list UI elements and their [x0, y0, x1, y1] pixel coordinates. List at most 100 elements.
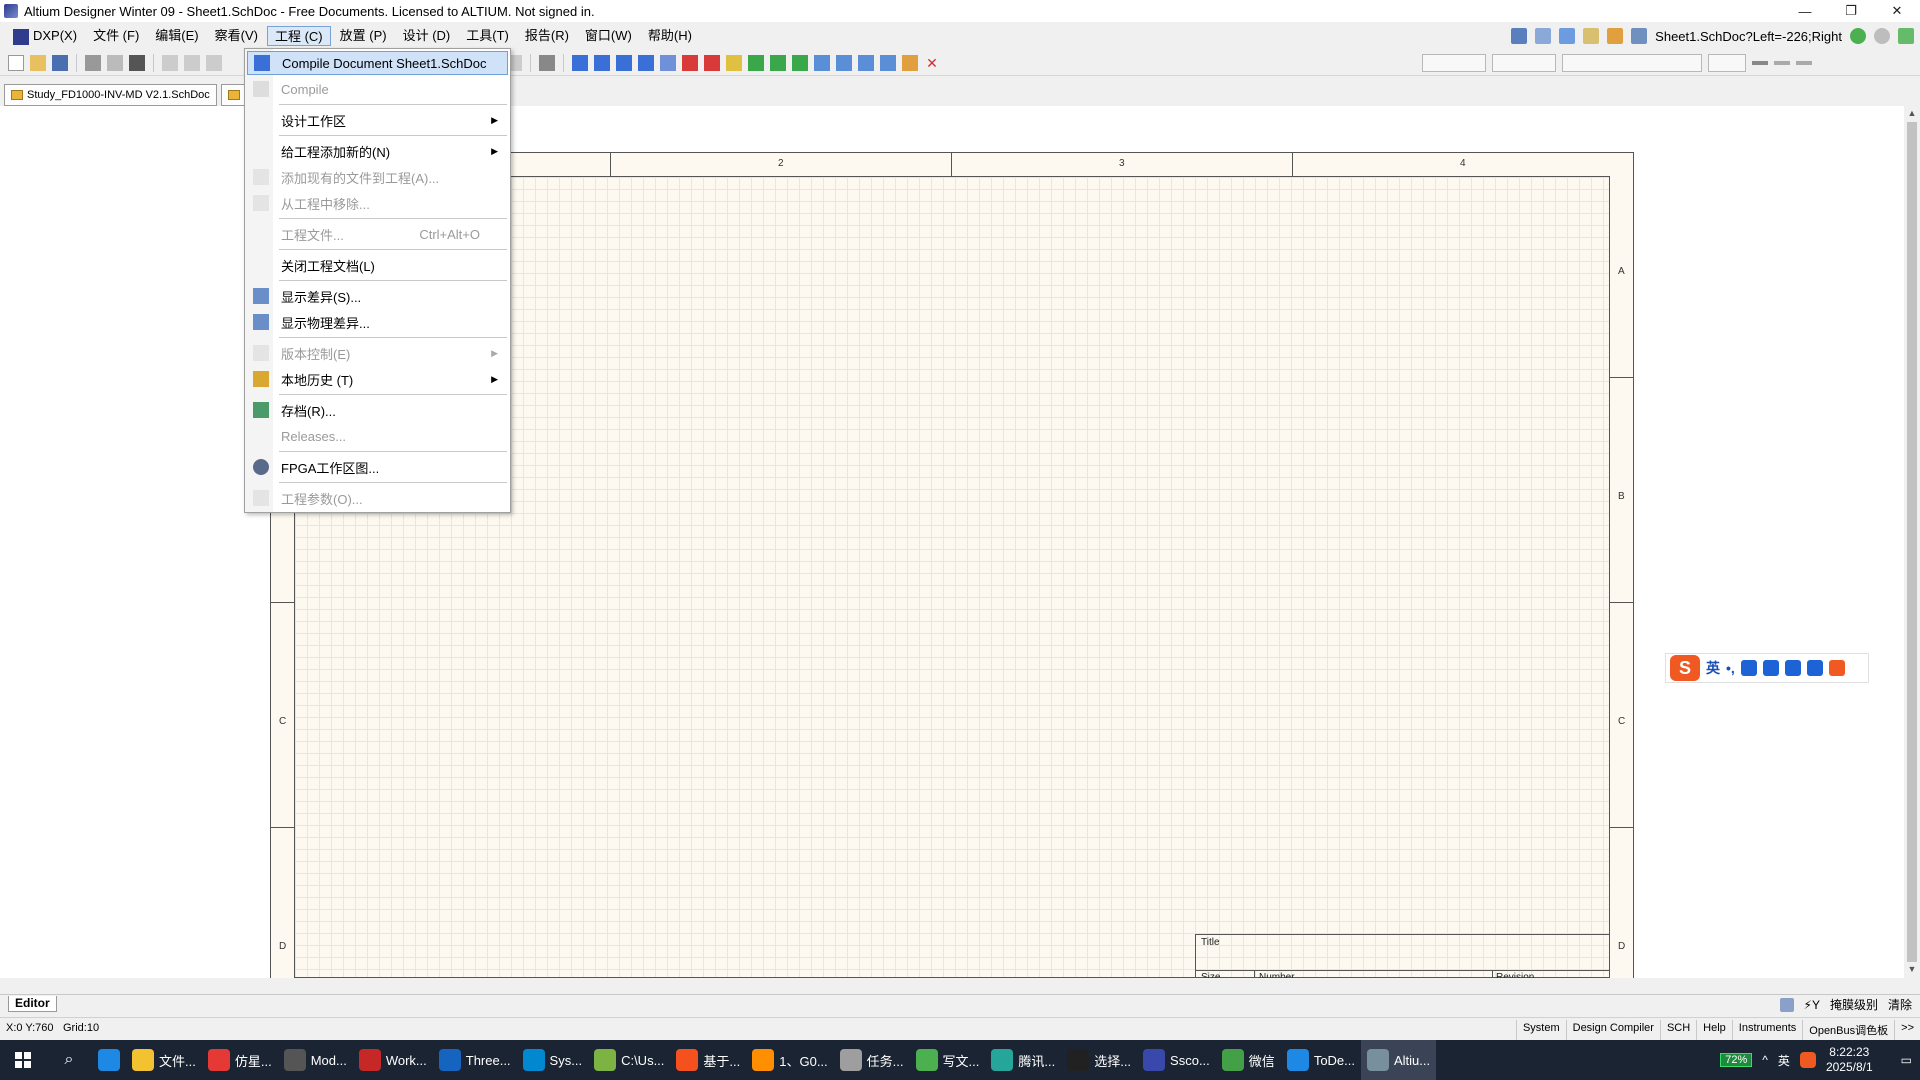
taskbar-app[interactable]: 基于...	[670, 1040, 746, 1080]
place-bus-entry-icon[interactable]	[616, 54, 632, 71]
sogou-tray-icon[interactable]	[1799, 1052, 1816, 1068]
apps-icon[interactable]	[1806, 660, 1823, 676]
place-bus-icon[interactable]	[594, 54, 610, 71]
taskbar-app[interactable]: Three...	[433, 1040, 517, 1080]
menu-remove-from-project[interactable]: 从工程中移除...	[247, 191, 508, 215]
style-combo[interactable]	[1562, 53, 1702, 72]
print-icon[interactable]	[85, 54, 101, 71]
no-erc-icon[interactable]: ✕	[924, 55, 940, 71]
taskbar-app[interactable]: Altiu...	[1361, 1040, 1437, 1080]
menu-archive[interactable]: 存档(R)...	[247, 398, 508, 422]
panel-instruments[interactable]: Instruments	[1731, 1020, 1802, 1040]
place-port-icon[interactable]	[726, 54, 742, 71]
forward-nav-icon[interactable]	[1874, 28, 1890, 44]
font-combo[interactable]	[1422, 53, 1486, 72]
menu-edit[interactable]: 编辑(E)	[148, 26, 205, 46]
browse-icon[interactable]	[539, 54, 555, 71]
menu-place[interactable]: 放置 (P)	[333, 26, 394, 46]
place-sheet-entry-icon[interactable]	[792, 54, 808, 71]
keyboard-icon[interactable]	[1762, 660, 1779, 676]
taskbar-app[interactable]: 仿星...	[202, 1040, 278, 1080]
taskbar-app[interactable]: 腾讯...	[985, 1040, 1061, 1080]
battery-indicator[interactable]: 72%	[1720, 1053, 1753, 1067]
start-button[interactable]	[0, 1040, 46, 1080]
back-nav-icon[interactable]	[1850, 28, 1866, 44]
panel-openbus[interactable]: OpenBus调色板	[1802, 1020, 1894, 1040]
menu-add-existing[interactable]: 添加现有的文件到工程(A)...	[247, 165, 508, 189]
menu-help[interactable]: 帮助(H)	[641, 26, 699, 46]
menu-releases[interactable]: Releases...	[247, 424, 508, 448]
color-combo[interactable]	[1708, 53, 1746, 72]
panel-more[interactable]: >>	[1894, 1020, 1920, 1040]
ime-language-toggle[interactable]: 英	[1706, 658, 1720, 678]
zoom-area-icon[interactable]	[184, 54, 200, 71]
taskbar-app[interactable]: 写文...	[910, 1040, 986, 1080]
marker-tool-icon[interactable]	[1607, 28, 1624, 44]
notification-icon[interactable]: ▭	[1901, 1053, 1912, 1067]
ime-punctuation-toggle[interactable]: •,	[1726, 660, 1735, 676]
new-icon[interactable]	[8, 54, 24, 71]
place-wire-icon[interactable]	[572, 54, 588, 71]
place-ground-icon[interactable]	[682, 54, 698, 71]
probe-tool-icon[interactable]	[1583, 28, 1600, 44]
place-vcc-icon[interactable]	[704, 54, 720, 71]
place-signal-harness-icon[interactable]	[880, 54, 896, 71]
menu-show-physical-differences[interactable]: 显示物理差异...	[247, 310, 508, 334]
menu-reports[interactable]: 报告(R)	[518, 26, 576, 46]
taskbar-app[interactable]: Ssco...	[1137, 1040, 1216, 1080]
clear-button[interactable]: 清除	[1888, 996, 1912, 1013]
arrow-style-icon[interactable]	[1796, 60, 1812, 65]
sheet-location-field[interactable]: Sheet1.SchDoc?Left=-226;Right	[1655, 29, 1842, 44]
layer-icon[interactable]	[129, 54, 145, 71]
menu-dxp[interactable]: DXP(X)	[6, 26, 84, 46]
menu-show-differences[interactable]: 显示差异(S)...	[247, 284, 508, 308]
menu-local-history[interactable]: 本地历史 (T) ▶	[247, 367, 508, 391]
place-netlabel-icon[interactable]	[660, 54, 676, 71]
ime-indicator[interactable]: 英	[1778, 1052, 1790, 1069]
menu-fpga-workspace-map[interactable]: FPGA工作区图...	[247, 455, 508, 479]
scroll-thumb[interactable]	[1907, 122, 1917, 962]
menu-add-new-to-project[interactable]: 给工程添加新的(N) ▶	[247, 139, 508, 163]
power-tool-icon[interactable]	[1559, 28, 1576, 44]
menu-tools[interactable]: 工具(T)	[459, 26, 516, 46]
horizontal-scrollbar[interactable]	[0, 978, 1920, 990]
taskbar-app[interactable]: 任务...	[834, 1040, 910, 1080]
close-button[interactable]: ✕	[1874, 0, 1920, 22]
menu-project-parameters[interactable]: 工程参数(O)...	[247, 486, 508, 510]
sogou-logo-icon[interactable]: S	[1670, 655, 1700, 681]
print-preview-icon[interactable]	[107, 54, 123, 71]
wiring-tool-icon[interactable]	[1511, 28, 1528, 44]
taskbar-app[interactable]: 1、G0...	[746, 1040, 833, 1080]
panel-design-compiler[interactable]: Design Compiler	[1565, 1020, 1660, 1040]
zoom-fit-icon[interactable]	[162, 54, 178, 71]
place-harness-icon[interactable]	[836, 54, 852, 71]
menu-close-project-docs[interactable]: 关闭工程文档(L)	[247, 253, 508, 277]
size-combo[interactable]	[1492, 53, 1556, 72]
scroll-up-arrow[interactable]: ▲	[1904, 108, 1920, 122]
skin-icon[interactable]	[1784, 660, 1801, 676]
restore-button[interactable]: ❐	[1828, 0, 1874, 22]
place-device-sheet-icon[interactable]	[814, 54, 830, 71]
pen-icon[interactable]	[1779, 997, 1794, 1012]
vertical-scrollbar[interactable]: ▲ ▼	[1904, 106, 1920, 978]
align-tool-icon[interactable]	[1535, 28, 1552, 44]
taskbar-app[interactable]: 微信	[1216, 1040, 1281, 1080]
menu-project-files[interactable]: 工程文件... Ctrl+Alt+O	[247, 222, 508, 246]
microphone-icon[interactable]	[1740, 660, 1757, 676]
taskbar-app[interactable]: 选择...	[1061, 1040, 1137, 1080]
place-directive-icon[interactable]	[902, 54, 918, 71]
minimize-button[interactable]: —	[1782, 0, 1828, 22]
menu-file[interactable]: 文件 (F)	[86, 26, 146, 46]
mask-level-button[interactable]: 掩膜级别	[1830, 996, 1878, 1013]
doc-tab-study[interactable]: Study_FD1000-INV-MD V2.1.SchDoc	[4, 84, 217, 106]
taskbar-app[interactable]: C:\Us...	[588, 1040, 670, 1080]
zoom-icon[interactable]	[206, 54, 222, 71]
place-part-icon[interactable]	[748, 54, 764, 71]
clock[interactable]: 8:22:23 2025/8/1	[1826, 1045, 1873, 1075]
editor-tab[interactable]: Editor	[8, 996, 57, 1012]
place-harness-entry-icon[interactable]	[858, 54, 874, 71]
menu-view[interactable]: 察看(V)	[208, 26, 265, 46]
taskbar-app[interactable]: 文件...	[126, 1040, 202, 1080]
scroll-down-arrow[interactable]: ▼	[1904, 964, 1920, 978]
menu-compile-document[interactable]: Compile Document Sheet1.SchDoc	[247, 51, 508, 75]
